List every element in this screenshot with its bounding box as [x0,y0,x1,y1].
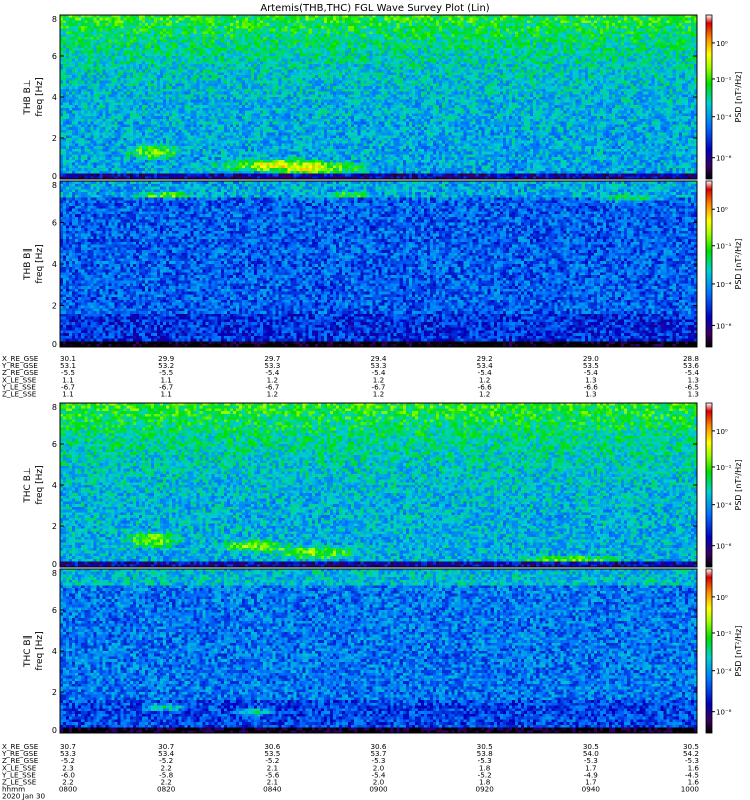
y-tick-label: 8 [52,15,57,24]
colorbar-tick-label: 10⁻¹ [716,76,732,84]
y-tick-label: 2 [52,522,57,531]
y-tick-label: 2 [52,688,57,697]
spectrogram-image [60,15,697,179]
colorbar-gradient [705,180,713,348]
y-tick-label: 4 [52,647,57,656]
y-axis-unit-label: freq [Hz] [35,631,45,670]
spectrogram-panel: 0 2 4 6 8 THC B⊥ freq [Hz] 10⁰ 10⁻¹ 10⁻⁴ 10⁻⁶ PSD [… [23,402,743,569]
ephemeris-value: 0900 [369,785,388,794]
colorbar: 10⁰ 10⁻¹ 10⁻⁴ 10⁻⁶ PSD [nT²/Hz] [705,568,743,734]
y-axis-label: THC B∥ [23,635,33,668]
ephemeris-value: 1.1 [62,390,73,399]
spectrogram-image [60,403,697,567]
y-tick-label: 4 [52,481,57,490]
ephemeris-block: X_RE_GSE 30.7 30.7 30.6 30.6 30.5 30.5 30.5Y_RE… [1,729,699,800]
spectrogram-panel: 0 2 4 6 8 THB B∥ freq [Hz] 10⁰ 10⁻¹ 10⁻⁴ 10⁻⁶ PSD [… [23,180,743,349]
colorbar: 10⁰ 10⁻¹ 10⁻⁴ 10⁻⁶ PSD [nT²/Hz] [705,180,743,348]
y-axis-label: THC B⊥ [23,467,33,504]
y-tick-label: 6 [52,52,57,61]
colorbar-tick-label: 10⁻⁶ [716,155,732,163]
ephemeris-row-label: 2020 Jan 30 [2,792,46,800]
y-tick-label: 0 [52,726,57,735]
y-tick-label: 0 [52,560,57,569]
y-tick-label: 0 [52,340,57,349]
colorbar-tick-label: 10⁻¹ [716,630,732,638]
ephemeris-value: 1000 [681,785,700,794]
colorbar-label: PSD [nT²/Hz] [734,460,743,511]
chart-title: Artemis(THB,THC) FGL Wave Survey Plot (L… [260,3,489,14]
colorbar-tick-label: 10⁻⁴ [716,281,732,289]
colorbar-label: PSD [nT²/Hz] [734,72,743,123]
colorbar-tick-label: 10⁻⁶ [716,322,732,330]
colorbar-label: PSD [nT²/Hz] [734,239,743,290]
colorbar-gradient [705,402,713,568]
y-tick-label: 0 [52,172,57,181]
colorbar-tick-label: 10⁻¹ [716,464,732,472]
y-axis-unit-label: freq [Hz] [35,465,45,504]
y-tick-label: 6 [52,606,57,615]
ephemeris-value: 0940 [582,785,601,794]
colorbar-tick-label: 10⁻⁴ [716,668,732,676]
y-tick-label: 8 [52,403,57,412]
ephemeris-value: 1.2 [479,390,490,399]
ephemeris-block: X_RE_GSE 30.1 29.9 29.7 29.4 29.2 29.0 28.8Y_RE… [1,343,699,399]
colorbar-tick-label: 10⁻⁶ [716,709,732,717]
y-axis-unit-label: freq [Hz] [35,77,45,116]
y-axis-label: THB B∥ [23,248,33,281]
colorbar-tick-label: 10⁰ [716,594,728,602]
ephemeris-value: 1.3 [688,390,699,399]
y-tick-label: 8 [52,569,57,578]
y-tick-label: 6 [52,440,57,449]
colorbar-tick-label: 10⁻¹ [716,243,732,251]
ephemeris-value: 0840 [263,785,282,794]
y-tick-label: 2 [52,134,57,143]
ephemeris-value: 0820 [157,785,176,794]
ephemeris-value: 0920 [476,785,495,794]
ephemeris-value: 1.1 [160,390,171,399]
colorbar: 10⁰ 10⁻¹ 10⁻⁴ 10⁻⁶ PSD [nT²/Hz] [705,402,743,568]
y-tick-label: 4 [52,93,57,102]
y-tick-label: 2 [52,302,57,311]
colorbar-tick-label: 10⁰ [716,40,728,48]
ephemeris-value: 1.2 [373,390,384,399]
colorbar-tick-label: 10⁻⁴ [716,502,732,510]
colorbar-label: PSD [nT²/Hz] [734,626,743,677]
ephemeris-value: 1.2 [267,390,278,399]
colorbar-tick-label: 10⁰ [716,206,728,214]
colorbar-tick-label: 10⁻⁶ [716,543,732,551]
spectrogram-panel: 0 2 4 6 8 THB B⊥ freq [Hz] 10⁰ 10⁻¹ 10⁻⁴ 10⁻⁶ PSD [… [23,14,743,181]
colorbar-tick-label: 10⁰ [716,428,728,436]
colorbar-gradient [705,568,713,734]
colorbar: 10⁰ 10⁻¹ 10⁻⁴ 10⁻⁶ PSD [nT²/Hz] [705,14,743,180]
wave-survey-chart: Artemis(THB,THC) FGL Wave Survey Plot (L… [1,3,743,800]
ephemeris-row-label: Z_LE_SSE [2,390,37,399]
y-tick-label: 4 [52,260,57,269]
colorbar-gradient [705,14,713,180]
spectrogram-image [60,181,697,347]
ephemeris-value: 1.3 [585,390,596,399]
colorbar-tick-label: 10⁻⁴ [716,114,732,122]
spectrogram-panel: 0 2 4 6 8 THC B∥ freq [Hz] 10⁰ 10⁻¹ 10⁻⁴ 10⁻⁶ PSD [… [23,568,743,735]
ephemeris-value: 0800 [59,785,78,794]
y-axis-unit-label: freq [Hz] [35,244,45,283]
y-axis-label: THB B⊥ [23,79,33,115]
y-tick-label: 6 [52,219,57,228]
spectrogram-image [60,569,697,733]
y-tick-label: 8 [52,181,57,190]
